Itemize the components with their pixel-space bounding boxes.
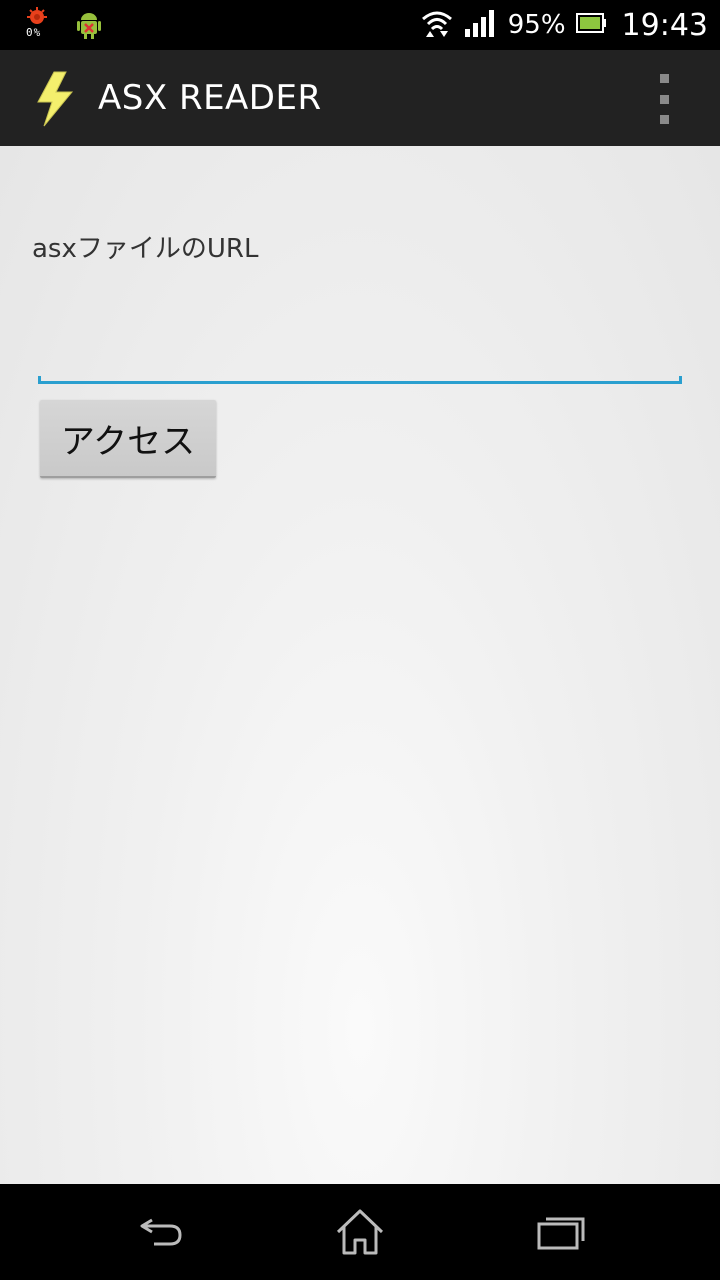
notification-icons: 0% bbox=[22, 6, 104, 42]
overflow-menu-icon[interactable] bbox=[652, 74, 676, 124]
action-bar: ASX READER bbox=[0, 50, 720, 146]
navigation-bar bbox=[0, 1184, 720, 1280]
lightning-bolt-icon[interactable] bbox=[34, 70, 76, 128]
input-underline bbox=[38, 376, 682, 384]
battery-percent: 95% bbox=[507, 10, 566, 40]
main-content: asxファイルのURL アクセス bbox=[0, 146, 720, 1184]
battery-icon bbox=[575, 12, 606, 38]
status-indicators: 95% 19:43 bbox=[420, 0, 708, 50]
menu-dot bbox=[659, 94, 669, 104]
home-icon[interactable] bbox=[330, 1206, 390, 1260]
status-bar: 0% 95% 19:43 bbox=[0, 0, 720, 50]
url-label: asxファイルのURL bbox=[32, 234, 259, 264]
back-icon[interactable] bbox=[132, 1206, 192, 1260]
menu-dot bbox=[659, 115, 669, 124]
access-button[interactable]: アクセス bbox=[40, 400, 216, 478]
download-progress-icon: 0% bbox=[22, 6, 52, 42]
clock: 19:43 bbox=[621, 7, 708, 43]
recent-apps-icon[interactable] bbox=[532, 1206, 592, 1260]
android-debug-icon bbox=[74, 6, 104, 42]
notification-progress-text: 0% bbox=[26, 26, 42, 39]
menu-dot bbox=[659, 74, 669, 83]
wifi-icon bbox=[420, 8, 454, 42]
signal-icon bbox=[464, 8, 498, 42]
app-title: ASX READER bbox=[98, 78, 322, 118]
